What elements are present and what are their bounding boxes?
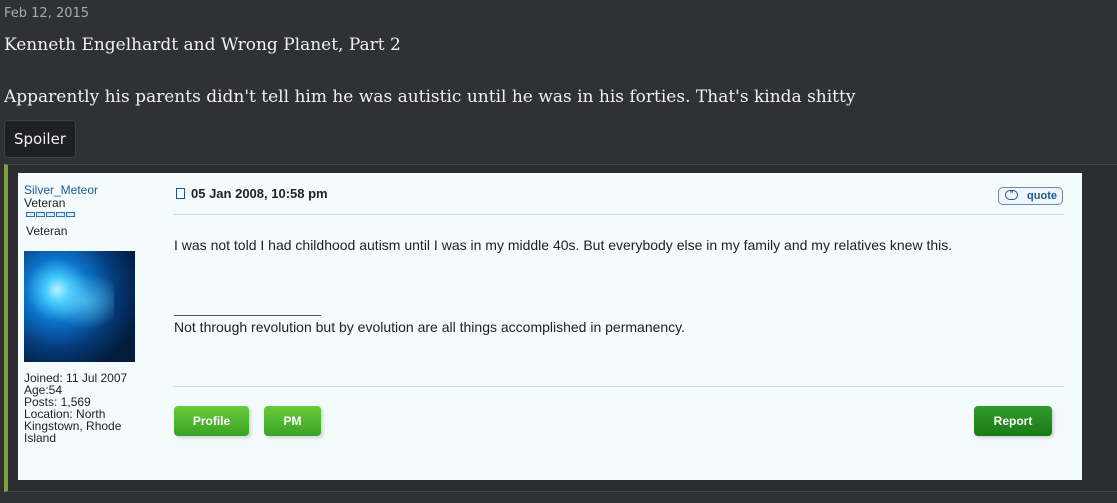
post-document-icon xyxy=(176,188,185,199)
spoiler-button[interactable]: Spoiler xyxy=(4,120,76,158)
quote-label: quote xyxy=(1027,190,1057,202)
embedded-forum-screenshot: Silver_Meteor Veteran Veteran Joined: 11… xyxy=(18,173,1082,480)
post-date: Feb 12, 2015 xyxy=(4,6,90,21)
forum-post-text: I was not told I had childhood autism un… xyxy=(174,237,953,253)
quote-button: ” quote xyxy=(998,187,1063,205)
divider xyxy=(173,214,1064,215)
forum-post-date: 05 Jan 2008, 10:58 pm xyxy=(191,186,328,201)
signature-divider xyxy=(174,315,321,316)
quote-bubble-icon: ” xyxy=(1005,190,1018,200)
forum-signature: Not through revolution but by evolution … xyxy=(174,319,686,335)
quote-block: Silver_Meteor Veteran Veteran Joined: 11… xyxy=(4,164,1117,492)
report-button: Report xyxy=(974,406,1052,436)
forum-username: Silver_Meteor xyxy=(24,183,99,197)
forum-rank-label: Veteran xyxy=(26,224,68,238)
post-title: Kenneth Engelhardt and Wrong Planet, Par… xyxy=(4,35,401,55)
divider xyxy=(173,386,1064,387)
user-info: Joined: 11 Jul 2007 Age:54 Posts: 1,569 … xyxy=(24,372,127,444)
forum-rank-title: Veteran xyxy=(24,196,66,210)
post-body: Apparently his parents didn't tell him h… xyxy=(4,87,856,107)
avatar xyxy=(24,251,135,362)
pm-button: PM xyxy=(264,406,321,436)
rank-boxes-icon xyxy=(26,212,75,217)
user-location-3: Island xyxy=(24,431,57,445)
profile-button: Profile xyxy=(174,406,249,436)
